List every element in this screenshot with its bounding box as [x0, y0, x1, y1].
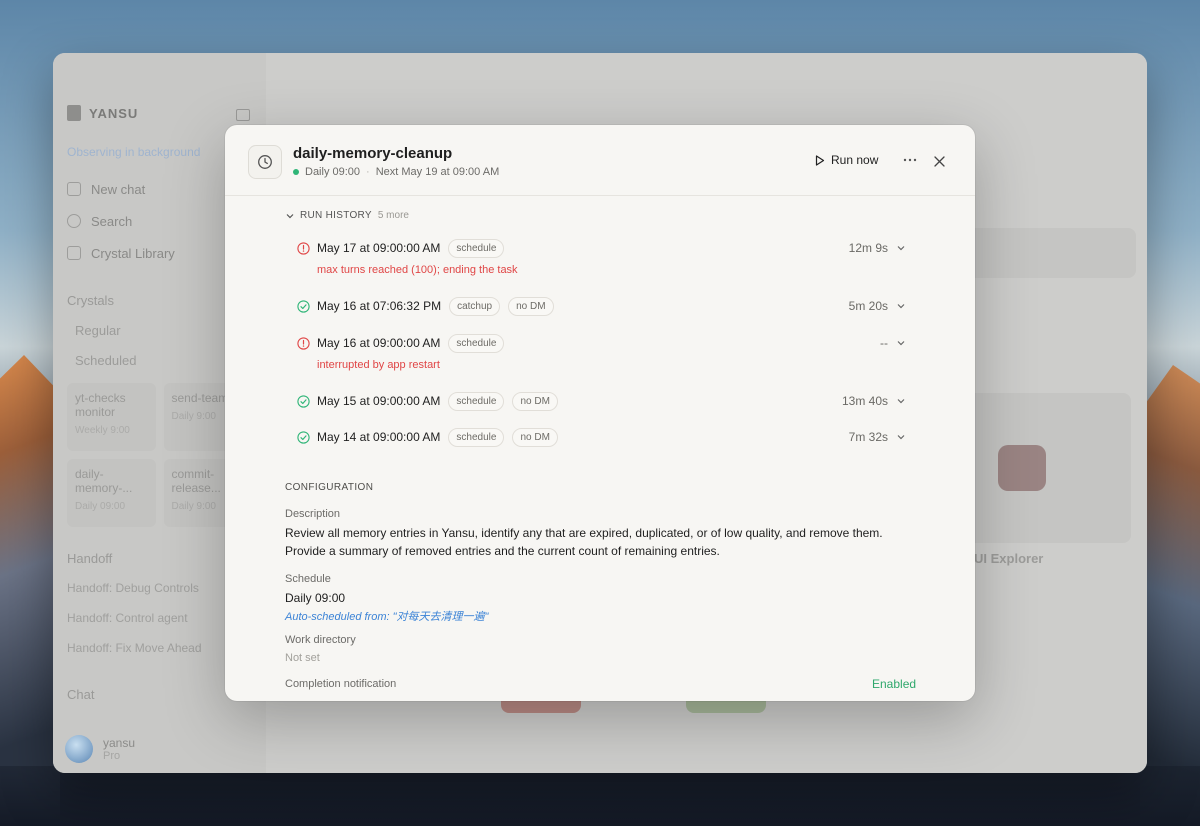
run-date: May 16 at 09:00:00 AM [317, 336, 441, 350]
run-history-toggle[interactable]: RUN HISTORY 5 more [286, 210, 409, 221]
trigger-chip: schedule [448, 391, 505, 411]
scheduled-card[interactable]: yt-checks monitor Weekly 9:00 [67, 383, 156, 451]
chevron-down-icon[interactable] [896, 432, 906, 442]
sidebar-toggle-icon[interactable] [236, 109, 250, 121]
search-icon [67, 214, 81, 228]
brand-name: YANSU [89, 105, 139, 121]
desktop-mountain-left [0, 355, 60, 826]
trigger-chip: catchup [449, 296, 501, 316]
modal-body: RUN HISTORY 5 more May 17 at 09:00:00 AM… [225, 197, 975, 701]
more-options-icon[interactable] [900, 152, 920, 168]
schedule-value: Daily 09:00 [285, 591, 346, 605]
description-label: Description [285, 508, 341, 520]
run-error-message: interrupted by app restart [317, 359, 440, 371]
description-text: Review all memory entries in Yansu, iden… [285, 526, 883, 558]
run-duration: 12m 9s [848, 241, 888, 255]
no-dm-chip: no DM [508, 296, 554, 316]
run-history-label: RUN HISTORY [300, 210, 372, 221]
error-icon [296, 241, 310, 255]
close-icon[interactable] [931, 153, 947, 169]
run-error-message: max turns reached (100); ending the task [317, 264, 518, 276]
completion-notification-label: Completion notification [285, 678, 397, 690]
play-icon [815, 154, 825, 166]
error-icon [296, 336, 310, 350]
scheduled-card[interactable]: daily-memory-... Daily 09:00 [67, 459, 156, 527]
next-run: Next May 19 at 09:00 AM [375, 166, 500, 178]
user-profile[interactable]: yansu Pro [65, 735, 135, 763]
modal-header: daily-memory-cleanup Daily 09:00 · Next … [225, 125, 975, 196]
app-icon [998, 445, 1046, 491]
auto-scheduled-note: Auto-scheduled from: "对每天去清理一遍" [285, 611, 489, 623]
table-row[interactable]: May 17 at 09:00:00 AM schedule 12m 9s ma… [296, 237, 906, 276]
trigger-chip: schedule [448, 427, 505, 447]
chat-icon [67, 182, 81, 196]
run-date: May 16 at 07:06:32 PM [317, 299, 442, 313]
run-now-button[interactable]: Run now [815, 153, 878, 167]
clock-icon [248, 145, 282, 179]
schedule-label: Schedule [285, 573, 331, 585]
run-date: May 17 at 09:00:00 AM [317, 241, 441, 255]
table-row[interactable]: May 15 at 09:00:00 AM schedule no DM 13m… [296, 390, 906, 412]
run-duration: 5m 20s [848, 299, 888, 313]
table-row[interactable]: May 16 at 07:06:32 PM catchup no DM 5m 2… [296, 295, 906, 317]
schedule-short: Daily 09:00 [305, 166, 361, 178]
brand: YANSU [67, 105, 252, 121]
task-meta: Daily 09:00 · Next May 19 at 09:00 AM [293, 166, 499, 178]
desktop-mountain-right [1140, 365, 1200, 826]
avatar [65, 735, 93, 763]
table-row[interactable]: May 16 at 09:00:00 AM schedule -- interr… [296, 332, 906, 371]
user-name: yansu [103, 736, 136, 750]
success-check-icon [296, 430, 310, 444]
run-history-more[interactable]: 5 more [378, 210, 409, 221]
table-row[interactable]: May 14 at 09:00:00 AM schedule no DM 7m … [296, 426, 906, 448]
explorer-card-title: UI Explorer [974, 551, 1044, 566]
background-card [966, 393, 1131, 543]
work-directory-label: Work directory [285, 634, 356, 646]
brand-logo-icon [67, 105, 81, 121]
trigger-chip: schedule [448, 333, 505, 353]
user-plan: Pro [103, 750, 121, 762]
library-icon [67, 246, 81, 260]
desktop-shadow [0, 766, 1200, 826]
run-date: May 15 at 09:00:00 AM [317, 394, 441, 408]
success-check-icon [296, 394, 310, 408]
no-dm-chip: no DM [512, 427, 558, 447]
task-title: daily-memory-cleanup [293, 145, 453, 162]
completion-notification-status[interactable]: Enabled [872, 677, 916, 691]
task-detail-modal: daily-memory-cleanup Daily 09:00 · Next … [225, 125, 975, 701]
configuration-heading: CONFIGURATION [285, 482, 374, 493]
chevron-down-icon [286, 213, 294, 218]
chevron-down-icon[interactable] [896, 338, 906, 348]
no-dm-chip: no DM [512, 391, 558, 411]
trigger-chip: schedule [448, 238, 505, 258]
background-panel [966, 228, 1136, 278]
run-duration: -- [880, 336, 888, 350]
run-duration: 13m 40s [841, 394, 888, 408]
chevron-down-icon[interactable] [896, 396, 906, 406]
active-status-dot [293, 169, 299, 175]
meta-separator: · [366, 166, 370, 178]
chevron-down-icon[interactable] [896, 301, 906, 311]
work-directory-value: Not set [285, 652, 320, 664]
chevron-down-icon[interactable] [896, 243, 906, 253]
run-duration: 7m 32s [848, 430, 888, 444]
run-date: May 14 at 09:00:00 AM [317, 430, 441, 444]
success-check-icon [296, 299, 310, 313]
